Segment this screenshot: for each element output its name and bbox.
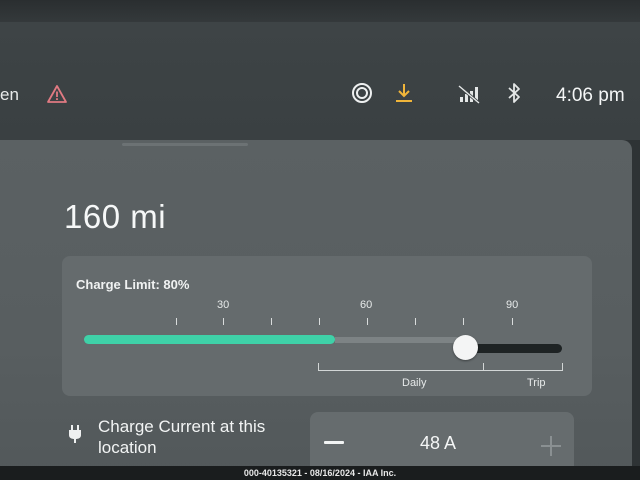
download-icon[interactable] [394, 82, 414, 104]
clock: 4:06 pm [556, 85, 625, 106]
screen-bezel [0, 0, 640, 22]
zone-divider [483, 363, 484, 371]
charge-limit-track-remaining[interactable] [465, 344, 562, 353]
charge-limit-track [335, 337, 465, 343]
scale-tick [463, 318, 464, 325]
decrease-current-button[interactable] [322, 430, 346, 454]
charge-limit-slider-handle[interactable] [453, 335, 478, 360]
plug-icon [69, 425, 81, 443]
watermark: 000-40135321 - 08/16/2024 - IAA Inc. [0, 466, 640, 480]
scale-tick [415, 318, 416, 325]
scale-label-90: 90 [506, 299, 519, 311]
scale-tick [223, 318, 224, 325]
bluetooth-icon[interactable] [505, 81, 523, 105]
status-bar: en 4:06 pm [0, 70, 640, 120]
charge-limit-label: Charge Limit: 80% [76, 277, 190, 292]
scale-tick [176, 318, 177, 325]
trip-zone-label: Trip [527, 377, 546, 389]
charge-level-bar [84, 335, 335, 344]
scale-tick [319, 318, 320, 325]
no-signal-icon[interactable] [458, 84, 480, 104]
zone-bracket [318, 363, 563, 371]
range-display: 160 mi [64, 198, 167, 235]
scale-label-30: 30 [217, 299, 230, 311]
warning-icon[interactable] [46, 83, 68, 105]
target-icon[interactable] [351, 82, 373, 104]
daily-zone-label: Daily [402, 377, 427, 389]
scale-tick [271, 318, 272, 325]
charge-current-label: Charge Current at this location [98, 417, 266, 457]
scale-label-60: 60 [360, 299, 373, 311]
status-left-text: en [0, 85, 19, 104]
scale-tick [512, 318, 513, 325]
scale-tick [367, 318, 368, 325]
drag-handle[interactable] [122, 143, 248, 146]
increase-current-button[interactable] [539, 435, 563, 459]
charge-current-value: 48 A [420, 433, 457, 453]
